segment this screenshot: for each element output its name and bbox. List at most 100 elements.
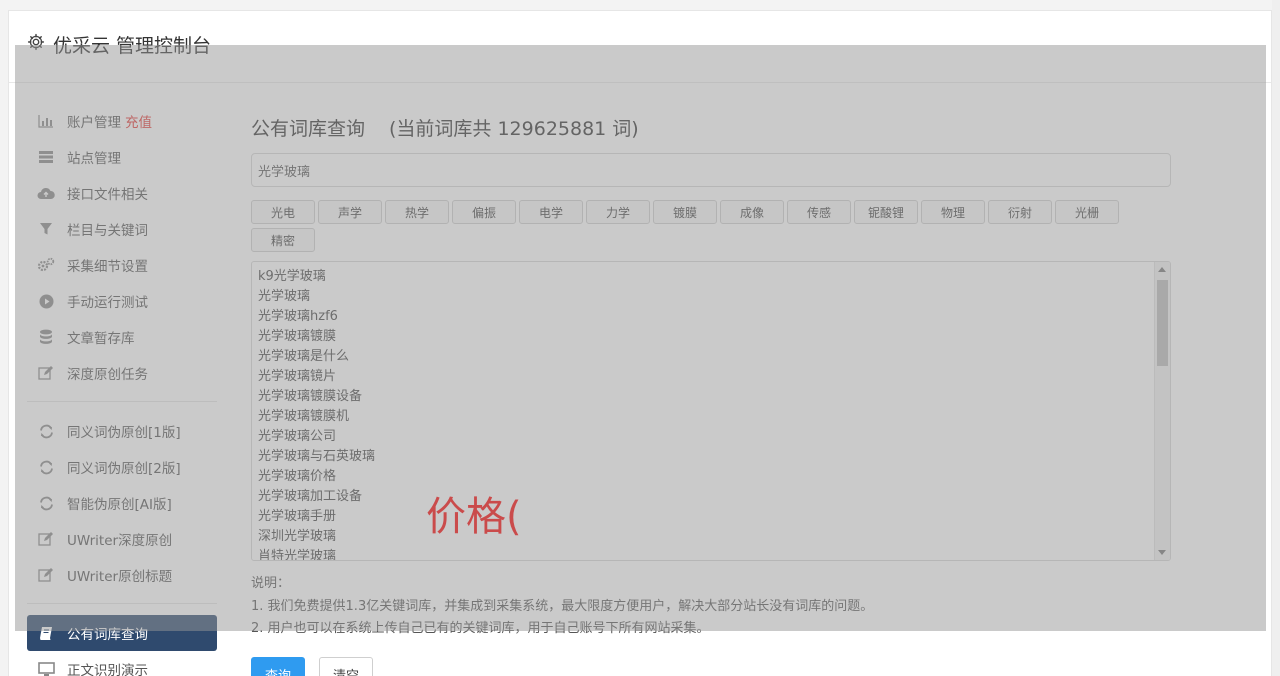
sidebar-item-label: 同义词伪原创[2版] (67, 461, 181, 477)
sidebar-item-ai-rewrite[interactable]: 智能伪原创[AI版] (27, 485, 217, 521)
list-item: 肖特光学玻璃 (258, 549, 337, 561)
page-title: 公有词库查询 (当前词库共 129625881 词) (251, 111, 1171, 143)
play-circle-icon (37, 292, 55, 310)
tag-button[interactable]: 热学 (385, 200, 449, 224)
list-item: 光学玻璃镀膜 (258, 329, 337, 344)
list-item: 光学玻璃 (258, 289, 311, 304)
header: 优采云 管理控制台 (9, 11, 1271, 83)
sidebar-item-deep-original[interactable]: 深度原创任务 (27, 355, 217, 391)
sidebar-item-uwriter-deep[interactable]: UWriter深度原创 (27, 521, 217, 557)
sidebar-divider (27, 401, 217, 402)
sidebar-item-label: 栏目与关键词 (67, 223, 148, 239)
list-item: 光学玻璃加工设备 (258, 489, 363, 504)
result-list: k9光学玻璃 光学玻璃 光学玻璃hzf6 光学玻璃镀膜 光学玻璃是什么 光学玻璃… (252, 262, 1170, 561)
page-scrollbar[interactable] (1272, 0, 1280, 676)
sidebar-item-api-files[interactable]: 接口文件相关 (27, 175, 217, 211)
list-item: k9光学玻璃 (258, 269, 326, 284)
list-item: 深圳光学玻璃 (258, 529, 337, 544)
console-window: 优采云 管理控制台 账户管理 充值 站点管理 接口文件相关 栏目与关键词 采集细… (8, 10, 1272, 676)
list-item: 光学玻璃镀膜设备 (258, 389, 363, 404)
refresh-icon (37, 458, 55, 476)
notes: 说明： 1. 我们免费提供1.3亿关键词库，并集成到采集系统，最大限度方便用户，… (251, 573, 1171, 641)
query-button[interactable]: 查询 (251, 657, 305, 676)
clear-button[interactable]: 清空 (319, 657, 373, 676)
overlay-price-text: 价格( (426, 494, 522, 540)
bar-chart-icon (37, 112, 55, 130)
list-item: 光学玻璃与石英玻璃 (258, 449, 376, 464)
sidebar-item-label: 公有词库查询 (67, 627, 148, 643)
page-title-text: 公有词库查询 (251, 117, 366, 140)
gear-icon[interactable] (27, 33, 45, 56)
tag-button[interactable]: 物理 (921, 200, 985, 224)
sidebar-item-synonym-v1[interactable]: 同义词伪原创[1版] (27, 413, 217, 449)
gears-icon (37, 256, 55, 274)
sidebar-divider (27, 603, 217, 604)
refresh-icon (37, 494, 55, 512)
tag-button[interactable]: 传感 (787, 200, 851, 224)
sidebar-item-account[interactable]: 账户管理 充值 (27, 103, 217, 139)
cloud-upload-icon (37, 184, 55, 202)
main-content: 公有词库查询 (当前词库共 129625881 词) 光学玻璃 光电 声学 热学… (251, 111, 1171, 641)
edit-icon (37, 364, 55, 382)
tag-button[interactable]: 力学 (586, 200, 650, 224)
tag-button[interactable]: 精密 (251, 228, 315, 252)
keyword-input[interactable]: 光学玻璃 (251, 153, 1171, 187)
sidebar-item-label: UWriter深度原创 (67, 533, 173, 549)
sidebar-item-label: 接口文件相关 (67, 187, 148, 203)
sidebar-item-public-lexicon[interactable]: 公有词库查询 (27, 615, 217, 651)
tag-button[interactable]: 铌酸锂 (854, 200, 918, 224)
monitor-icon (37, 660, 55, 676)
note-line: 1. 我们免费提供1.3亿关键词库，并集成到采集系统，最大限度方便用户，解决大部… (251, 598, 874, 614)
sidebar-item-label: 账户管理 (67, 115, 121, 131)
note-line: 2. 用户也可以在系统上传自己已有的关键词库，用于自己账号下所有网站采集。 (251, 621, 710, 636)
action-bar: 查询 清空 (251, 657, 373, 676)
sidebar-item-uwriter-title[interactable]: UWriter原创标题 (27, 557, 217, 593)
tag-button[interactable]: 镀膜 (653, 200, 717, 224)
lexicon-count: (当前词库共 129625881 词) (389, 117, 639, 140)
tag-button[interactable]: 声学 (318, 200, 382, 224)
sidebar-item-synonym-v2[interactable]: 同义词伪原创[2版] (27, 449, 217, 485)
database-icon (37, 328, 55, 346)
list-item: 光学玻璃hzf6 (258, 309, 338, 324)
tag-button[interactable]: 光电 (251, 200, 315, 224)
edit-icon (37, 530, 55, 548)
sidebar-item-collect-settings[interactable]: 采集细节设置 (27, 247, 217, 283)
sidebar-item-label: 正文识别演示 (67, 663, 148, 676)
list-item: 光学玻璃镀膜机 (258, 409, 350, 424)
notes-title: 说明： (251, 576, 291, 591)
tag-list: 光电 声学 热学 偏振 电学 力学 镀膜 成像 传感 铌酸锂 物理 衍射 光栅 … (251, 200, 1131, 252)
list-item: 光学玻璃价格 (258, 469, 337, 484)
app-title: 优采云 管理控制台 (53, 35, 212, 57)
sidebar-item-label: UWriter原创标题 (67, 569, 173, 585)
scroll-up-icon[interactable] (1158, 267, 1166, 272)
scroll-thumb[interactable] (1157, 280, 1168, 366)
result-textarea[interactable]: k9光学玻璃 光学玻璃 光学玻璃hzf6 光学玻璃镀膜 光学玻璃是什么 光学玻璃… (251, 261, 1171, 561)
sidebar-item-label: 采集细节设置 (67, 259, 148, 275)
sidebar-item-manual-run[interactable]: 手动运行测试 (27, 283, 217, 319)
tag-button[interactable]: 衍射 (988, 200, 1052, 224)
list-item: 光学玻璃镜片 (258, 369, 337, 384)
sidebar-item-article-storage[interactable]: 文章暂存库 (27, 319, 217, 355)
list-item: 光学玻璃公司 (258, 429, 337, 444)
tag-button[interactable]: 光栅 (1055, 200, 1119, 224)
tag-button[interactable]: 电学 (519, 200, 583, 224)
refresh-icon (37, 422, 55, 440)
sidebar-item-label: 手动运行测试 (67, 295, 148, 311)
sidebar-item-columns-keywords[interactable]: 栏目与关键词 (27, 211, 217, 247)
sidebar-item-label: 智能伪原创[AI版] (67, 497, 172, 513)
sidebar-item-text-recognition[interactable]: 正文识别演示 (27, 651, 217, 676)
tag-button[interactable]: 成像 (720, 200, 784, 224)
server-icon (37, 148, 55, 166)
edit-icon (37, 566, 55, 584)
list-item: 光学玻璃手册 (258, 509, 337, 524)
sidebar-item-sites[interactable]: 站点管理 (27, 139, 217, 175)
brand: 优采云 管理控制台 (27, 31, 211, 58)
scroll-down-icon[interactable] (1158, 550, 1166, 555)
recharge-link[interactable]: 充值 (125, 111, 152, 131)
sidebar-item-label: 站点管理 (67, 151, 121, 167)
tag-button[interactable]: 偏振 (452, 200, 516, 224)
sidebar-item-label: 同义词伪原创[1版] (67, 425, 181, 441)
scrollbar[interactable] (1154, 262, 1170, 560)
filter-icon (37, 220, 55, 238)
book-icon (37, 624, 55, 642)
